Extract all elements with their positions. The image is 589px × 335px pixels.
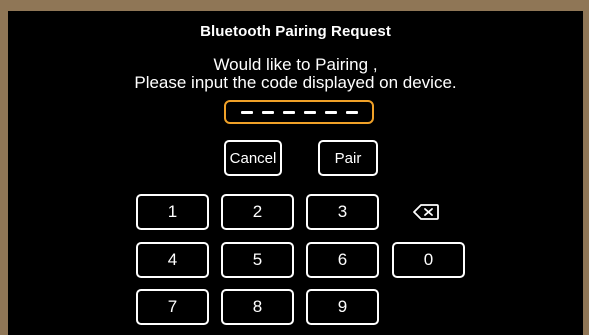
backspace-icon[interactable] (411, 203, 441, 221)
keypad-key-4[interactable]: 4 (136, 242, 209, 278)
pairing-dialog: Bluetooth Pairing Request Would like to … (8, 11, 583, 335)
code-slot (345, 110, 358, 114)
keypad-key-6[interactable]: 6 (306, 242, 379, 278)
dialog-title: Bluetooth Pairing Request (200, 23, 391, 40)
keypad-key-8[interactable]: 8 (221, 289, 294, 325)
keypad-key-2[interactable]: 2 (221, 194, 294, 230)
keypad-key-7[interactable]: 7 (136, 289, 209, 325)
pair-button[interactable]: Pair (318, 140, 378, 176)
background-frame: Bluetooth Pairing Request Would like to … (0, 0, 589, 335)
code-slot (324, 110, 337, 114)
keypad-key-1[interactable]: 1 (136, 194, 209, 230)
code-slot (240, 110, 253, 114)
keypad-key-5[interactable]: 5 (221, 242, 294, 278)
dialog-message-line-2: Please input the code displayed on devic… (134, 73, 457, 92)
keypad-key-0[interactable]: 0 (392, 242, 465, 278)
cancel-button[interactable]: Cancel (224, 140, 282, 176)
keypad-key-3[interactable]: 3 (306, 194, 379, 230)
code-slot (303, 110, 316, 114)
backspace-icon-glyph (413, 204, 439, 220)
keypad-key-9[interactable]: 9 (306, 289, 379, 325)
code-slot (261, 110, 274, 114)
code-slot (282, 110, 295, 114)
pairing-code-input[interactable] (224, 100, 374, 124)
dialog-message-line-1: Would like to Pairing , (213, 55, 378, 74)
